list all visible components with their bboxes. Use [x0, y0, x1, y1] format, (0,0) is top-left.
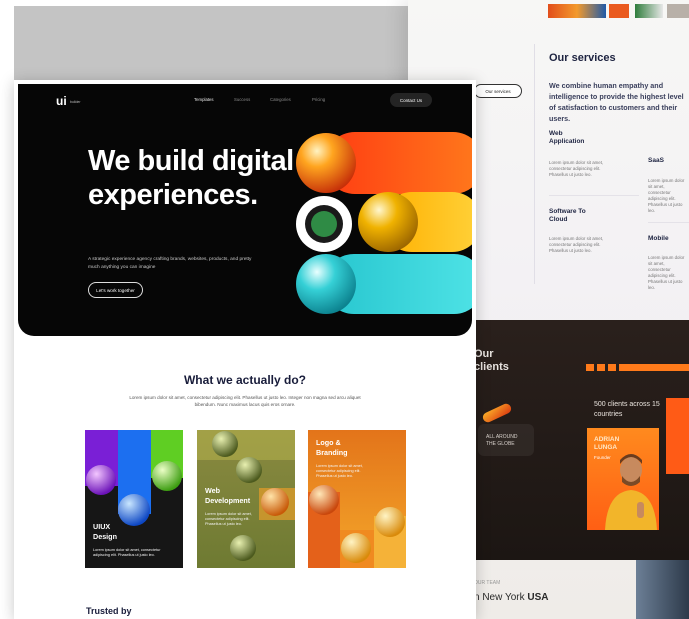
person-photo [605, 454, 657, 530]
clients-title: Our clients [474, 348, 509, 373]
thumbnail-image [609, 4, 629, 18]
divider [534, 44, 535, 284]
service-text: Lorem ipsum dolor sit amet, consectetur … [648, 178, 685, 213]
nav-templates[interactable]: Templates [194, 97, 214, 102]
hero-3d-illustration [296, 132, 472, 314]
globe-text: ALL AROUND THE GLOBE [486, 434, 518, 447]
divider [648, 222, 689, 223]
person-role: Founder [594, 455, 611, 460]
nav-success[interactable]: Success [234, 97, 250, 102]
card-text: Lorem ipsum dolor sit amet, consectetur … [205, 512, 252, 526]
service-title-software-to-cloud: Software To Cloud [549, 208, 586, 223]
lets-work-together-button[interactable]: Let's work together [88, 282, 143, 298]
landing-page-mockup: ui builder Templates Success Categories … [14, 80, 476, 619]
service-title-web-application: Web Application [549, 130, 585, 145]
hero-section: ui builder Templates Success Categories … [18, 84, 472, 336]
hero-subtext: A strategic experience agency crafting b… [88, 257, 252, 270]
what-we-do-title: What we actually do? [183, 373, 306, 387]
service-text: Lorem ipsum dolor sit amet, consectetur … [549, 160, 604, 177]
nav-categories[interactable]: Categories [270, 97, 291, 102]
team-title: n New York USA [474, 592, 549, 603]
card-title: Logo & Branding [316, 438, 348, 457]
logo-subtitle: builder [70, 100, 81, 104]
card-text: Lorem ipsum dolor sit amet, consectetur … [316, 464, 363, 478]
service-card-web-development[interactable]: Web Development Lorem ipsum dolor sit am… [197, 430, 295, 568]
card-title: Web Development [205, 486, 251, 505]
team-label: OUR TEAM [474, 580, 501, 586]
progress-bars [586, 364, 689, 371]
nav-pricing[interactable]: Pricing [312, 97, 325, 102]
thumbnail-image [548, 4, 606, 18]
city-image [636, 560, 689, 619]
thumbnail-image [635, 4, 663, 18]
services-title: Our services [549, 52, 616, 64]
services-description: We combine human empathy and intelligenc… [549, 81, 684, 123]
hero-headline: We build digital experiences. [88, 145, 294, 211]
card-text: Lorem ipsum dolor sit amet, consectetur … [93, 548, 161, 557]
person-name: ADRIAN LUNGA [594, 436, 620, 451]
trusted-by-title: Trusted by [86, 606, 132, 616]
service-title-mobile: Mobile [648, 235, 669, 242]
service-text: Lorem ipsum dolor sit amet, consectetur … [549, 236, 604, 253]
our-services-button[interactable]: Our services [474, 84, 522, 98]
logo[interactable]: ui [56, 94, 67, 108]
thumbnail-image [667, 4, 689, 18]
capsule-icon [482, 403, 512, 423]
service-title-saas: SaaS [648, 157, 664, 164]
service-card-logo-branding[interactable]: Logo & Branding Lorem ipsum dolor sit am… [308, 430, 406, 568]
divider [549, 195, 639, 196]
service-card-uiux-design[interactable]: UIUX Design Lorem ipsum dolor sit amet, … [85, 430, 183, 568]
what-we-do-description: Lorem ipsum dolor sit amet, consectetur … [129, 395, 361, 407]
background-gray-panel [14, 6, 408, 86]
testimonial-card-next[interactable] [666, 398, 689, 474]
service-text: Lorem ipsum dolor sit amet, consectetur … [648, 255, 685, 290]
clients-count: 500 clients across 15 countries [594, 401, 660, 418]
card-title: UIUX Design [93, 522, 117, 541]
contact-us-button[interactable]: Contact Us [390, 93, 432, 107]
